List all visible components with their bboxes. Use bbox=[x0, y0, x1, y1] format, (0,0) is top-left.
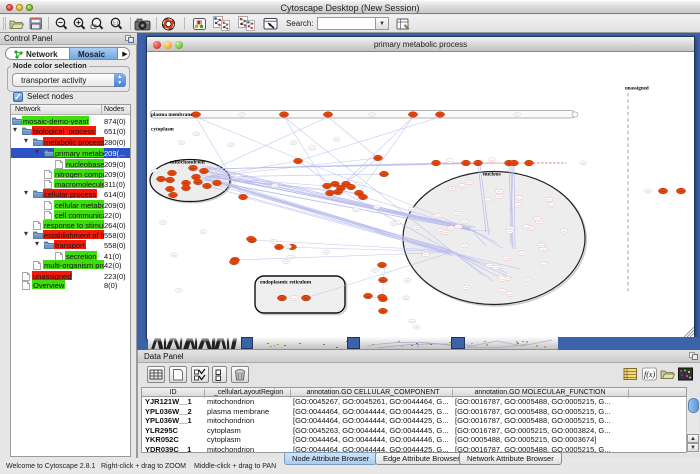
svg-text:unassigned: unassigned bbox=[625, 87, 649, 92]
svg-text:f(x): f(x) bbox=[644, 370, 655, 379]
svg-text:mitochondrion: mitochondrion bbox=[170, 160, 205, 166]
svg-text:cytoplasm: cytoplasm bbox=[151, 127, 174, 133]
svg-text:1:1: 1:1 bbox=[113, 21, 120, 26]
svg-text:endoplasmic reticulum: endoplasmic reticulum bbox=[260, 280, 312, 286]
svg-text:nucleus: nucleus bbox=[483, 172, 501, 178]
svg-text:plasma membrane: plasma membrane bbox=[151, 112, 193, 118]
